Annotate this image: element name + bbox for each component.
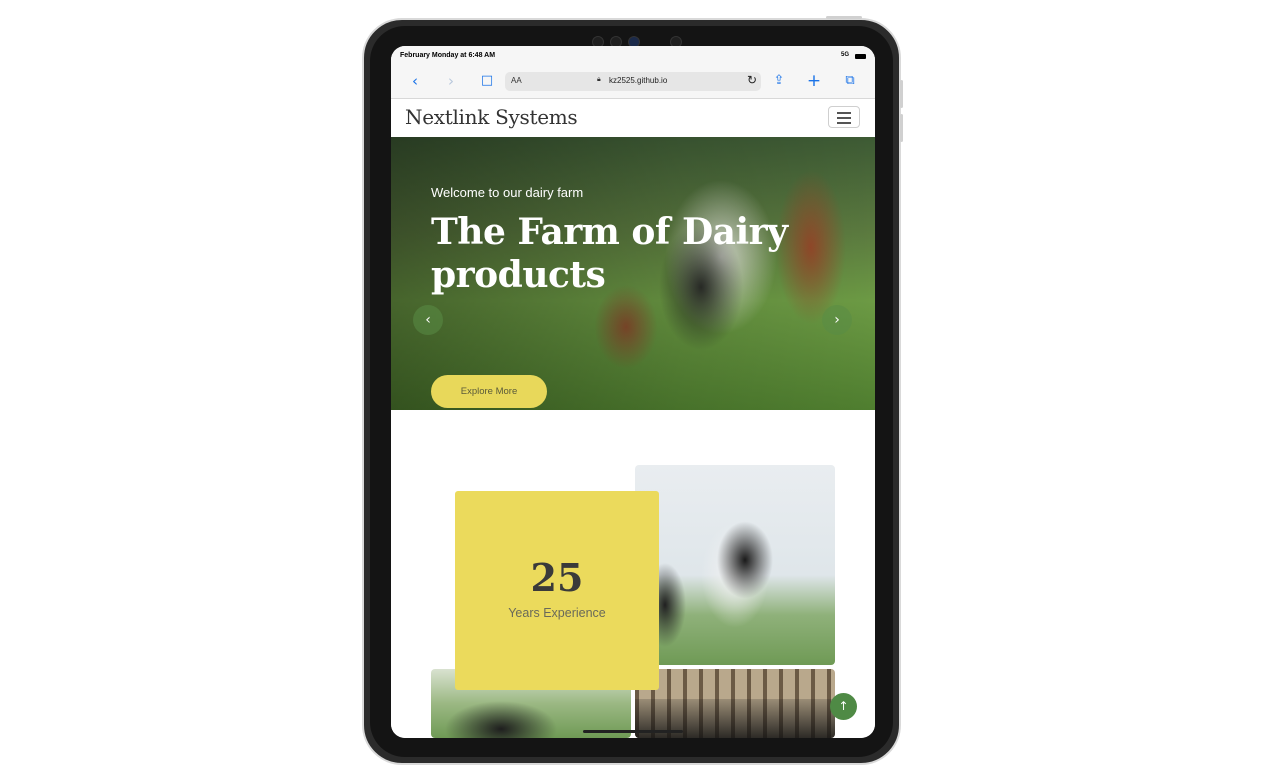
top-button bbox=[826, 16, 862, 19]
hero-carousel: Welcome to our dairy farm The Farm of Da… bbox=[391, 137, 875, 410]
volume-down-button bbox=[900, 114, 903, 142]
new-tab-icon[interactable]: + bbox=[804, 70, 824, 92]
screen: February Monday at 6:48 AM 5G ‹ › □ AA 🔒… bbox=[391, 46, 875, 738]
volume-up-button bbox=[900, 80, 903, 108]
carousel-next-icon[interactable]: › bbox=[822, 305, 852, 335]
about-section: 25 Years Experience ↑ bbox=[391, 410, 875, 738]
address-bar[interactable]: AA 🔒︎ kz2525.github.io ↻ bbox=[505, 72, 761, 91]
tabs-icon[interactable]: ⧉ bbox=[840, 70, 860, 92]
status-network: 5G bbox=[840, 52, 849, 58]
site-brand[interactable]: Nextlink Systems bbox=[405, 105, 578, 129]
reader-aa-button[interactable]: AA bbox=[511, 76, 522, 85]
explore-more-button[interactable]: Explore More bbox=[431, 375, 547, 408]
cow-photo bbox=[635, 465, 835, 665]
reload-icon[interactable]: ↻ bbox=[747, 73, 757, 87]
carousel-prev-icon[interactable]: ‹ bbox=[413, 305, 443, 335]
status-bar: February Monday at 6:48 AM 5G bbox=[391, 46, 875, 66]
hamburger-icon bbox=[837, 117, 851, 119]
barn-photo bbox=[635, 669, 835, 738]
forward-icon[interactable]: › bbox=[441, 70, 461, 92]
url-text[interactable]: kz2525.github.io bbox=[609, 76, 667, 85]
lock-icon: 🔒︎ bbox=[597, 76, 601, 83]
hero-subtitle: Welcome to our dairy farm bbox=[431, 185, 584, 200]
browser-toolbar: ‹ › □ AA 🔒︎ kz2525.github.io ↻ ⇪ + ⧉ bbox=[391, 66, 875, 99]
experience-number: 25 bbox=[530, 555, 584, 600]
hamburger-icon bbox=[837, 112, 851, 114]
site-navbar: Nextlink Systems bbox=[391, 99, 875, 137]
experience-box: 25 Years Experience bbox=[455, 491, 659, 690]
back-to-top-button[interactable]: ↑ bbox=[830, 693, 857, 720]
share-icon[interactable]: ⇪ bbox=[769, 70, 789, 92]
battery-icon bbox=[855, 54, 866, 59]
bookmarks-icon[interactable]: □ bbox=[477, 70, 497, 92]
back-icon[interactable]: ‹ bbox=[405, 70, 425, 92]
status-time: February Monday at 6:48 AM bbox=[400, 52, 496, 59]
hamburger-icon bbox=[837, 122, 851, 124]
home-indicator bbox=[583, 730, 683, 733]
experience-label: Years Experience bbox=[508, 606, 606, 620]
hero-title: The Farm of Dairy products bbox=[431, 211, 788, 296]
menu-toggle-button[interactable] bbox=[828, 106, 860, 128]
